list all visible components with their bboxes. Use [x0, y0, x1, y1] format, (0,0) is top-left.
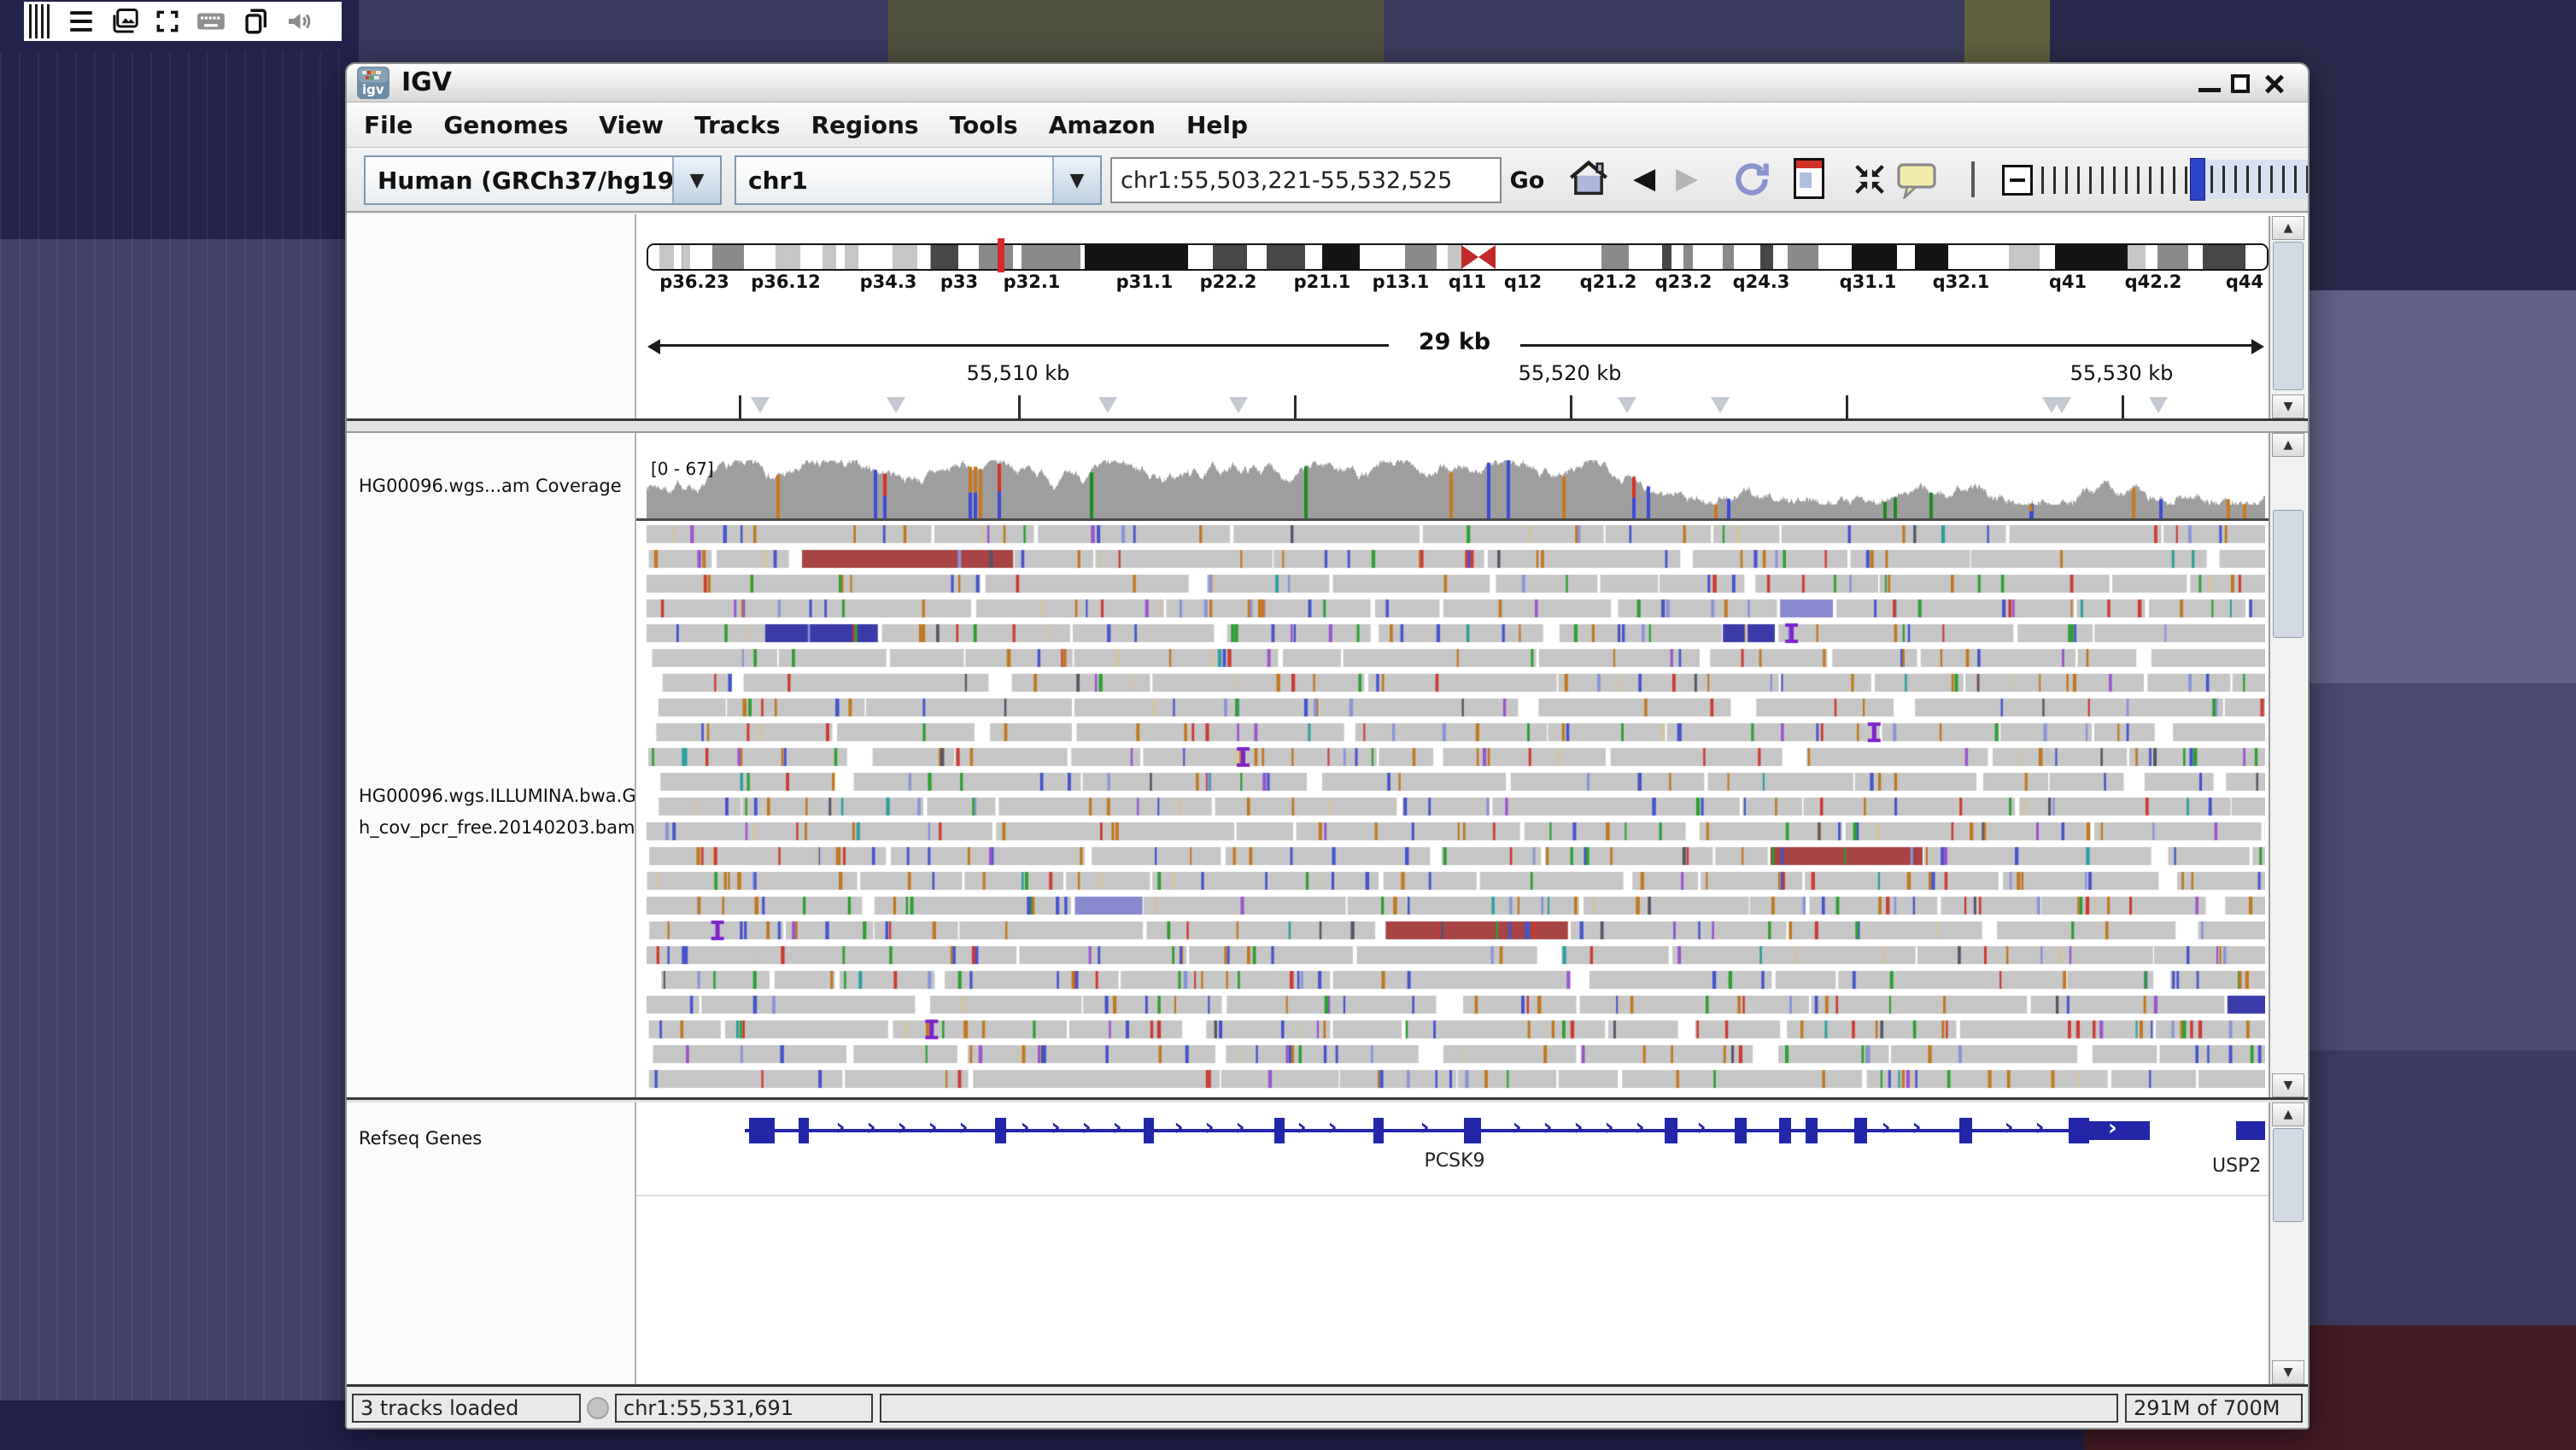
strand-arrow-icon: › — [1204, 1113, 1215, 1141]
strand-arrow-icon: › — [1112, 1113, 1122, 1141]
taskbar-grip[interactable] — [29, 4, 50, 38]
cancel-button[interactable] — [587, 1397, 609, 1419]
volume-icon[interactable] — [284, 6, 314, 37]
strand-arrow-icon: › — [1235, 1113, 1245, 1141]
strand-arrow-icon: › — [1635, 1113, 1645, 1141]
desktop-patch — [2306, 1050, 2576, 1349]
gene-exon[interactable] — [799, 1118, 809, 1143]
desktop-texture — [0, 51, 345, 1400]
copy-icon[interactable] — [241, 7, 270, 36]
strand-arrow-icon: › — [1696, 1113, 1707, 1141]
strand-arrow-icon: › — [1297, 1113, 1307, 1141]
gene-exon[interactable] — [1779, 1118, 1791, 1143]
screenshot-icon[interactable] — [109, 6, 140, 37]
ideogram-panel-scrollbar[interactable]: ▲ ▼ — [2269, 216, 2306, 418]
strand-arrow-icon: › — [1051, 1113, 1061, 1141]
strand-arrow-icon: › — [1174, 1113, 1184, 1141]
gene-exon[interactable] — [1959, 1118, 1972, 1143]
gene-exon[interactable] — [1665, 1118, 1677, 1143]
gene-exon[interactable] — [749, 1118, 775, 1143]
scroll-up-button[interactable]: ▲ — [2272, 216, 2304, 240]
desktop-taskbar[interactable] — [24, 2, 342, 41]
desktop-patch — [2306, 290, 2576, 683]
desktop-patch — [359, 0, 905, 64]
strand-arrow-icon: › — [1327, 1113, 1338, 1141]
gene-intron-line — [745, 1129, 2150, 1132]
gene-exon[interactable] — [1735, 1118, 1747, 1143]
gene-exon[interactable] — [1464, 1118, 1481, 1143]
gene-row-divider — [636, 1195, 2269, 1196]
gene-name-label[interactable]: USP2 — [2212, 1155, 2261, 1177]
scrollbar-thumb[interactable] — [2273, 510, 2304, 638]
gene-panel-scrollbar[interactable]: ▲ ▼ — [2269, 1102, 2306, 1384]
fullscreen-icon[interactable] — [154, 8, 181, 35]
gene-exon[interactable] — [1144, 1118, 1154, 1143]
strand-arrow-icon: › — [2034, 1113, 2045, 1141]
alignment-panel-scrollbar[interactable]: ▲ ▼ — [2269, 433, 2306, 1097]
strand-arrow-icon: › — [928, 1113, 938, 1141]
strand-arrow-icon: › — [1512, 1113, 1522, 1141]
desktop-patch — [1384, 0, 2058, 68]
strand-arrow-icon: › — [2004, 1113, 2014, 1141]
gene-name-label[interactable]: PCSK9 — [1424, 1150, 1484, 1172]
strand-arrow-icon: › — [1420, 1113, 1430, 1141]
gene-exon[interactable] — [1854, 1118, 1867, 1143]
gene-exon[interactable] — [2236, 1121, 2265, 1140]
gene-exon[interactable] — [2069, 1118, 2089, 1143]
strand-arrow-icon: › — [897, 1113, 907, 1141]
strand-arrow-icon: › — [1020, 1113, 1030, 1141]
gene-exon[interactable] — [995, 1118, 1006, 1143]
strand-arrow-icon: › — [1604, 1113, 1614, 1141]
scroll-down-button[interactable]: ▼ — [2272, 1360, 2304, 1384]
scroll-down-button[interactable]: ▼ — [2272, 395, 2304, 418]
strand-arrow-icon: › — [835, 1113, 846, 1141]
tracks-loaded-status: 3 tracks loaded — [352, 1394, 581, 1423]
gene-exon[interactable] — [1806, 1118, 1818, 1143]
scroll-up-button[interactable]: ▲ — [2272, 433, 2304, 457]
gene-track-area[interactable]: PCSK9 USP2 › › › › › › › › › › › › › › › › › › › › › › › › › › — [347, 64, 2308, 1384]
gene-exon[interactable] — [2089, 1121, 2150, 1140]
keyboard-icon[interactable] — [195, 5, 227, 38]
menu-icon[interactable] — [67, 7, 96, 36]
strand-arrow-icon: › — [1573, 1113, 1584, 1141]
desktop-patch — [2306, 683, 2576, 1050]
desktop-patch — [888, 0, 1384, 67]
cursor-position-status: chr1:55,531,691 — [615, 1394, 873, 1423]
scrollbar-thumb[interactable] — [2273, 242, 2304, 390]
message-status — [880, 1394, 2118, 1423]
strand-arrow-icon: › — [1081, 1113, 1092, 1141]
gene-exon[interactable] — [1373, 1118, 1384, 1143]
strand-arrow-icon: › — [1881, 1113, 1891, 1141]
strand-arrow-icon: › — [2108, 1115, 2117, 1141]
strand-arrow-icon: › — [1912, 1113, 1922, 1141]
igv-window[interactable]: igv IGV File Genomes View Tracks Regions… — [345, 62, 2310, 1430]
scroll-up-button[interactable]: ▲ — [2272, 1102, 2304, 1126]
gene-exon[interactable] — [1274, 1118, 1285, 1143]
strand-arrow-icon: › — [1543, 1113, 1553, 1141]
scroll-down-button[interactable]: ▼ — [2272, 1073, 2304, 1097]
status-bar: 3 tracks loaded chr1:55,531,691 291M of … — [347, 1387, 2308, 1428]
memory-status: 291M of 700M — [2125, 1394, 2303, 1423]
scrollbar-thumb[interactable] — [2273, 1128, 2304, 1222]
strand-arrow-icon: › — [866, 1113, 876, 1141]
strand-arrow-icon: › — [958, 1113, 969, 1141]
